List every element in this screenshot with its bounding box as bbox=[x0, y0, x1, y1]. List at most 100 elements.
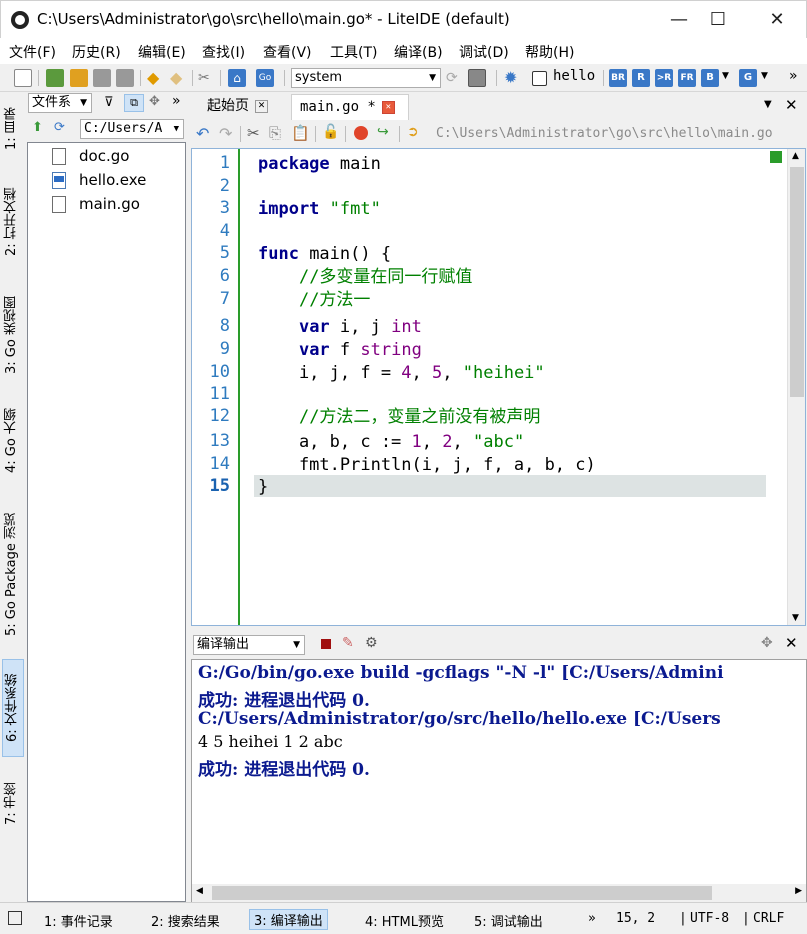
toggle-panels-icon[interactable] bbox=[8, 911, 22, 925]
redo-icon[interactable]: ↷ bbox=[219, 124, 232, 143]
run-button[interactable]: R bbox=[632, 69, 650, 87]
close-icon[interactable]: ✕ bbox=[785, 634, 798, 652]
fs-path-select[interactable]: C:/Users/A ▼ bbox=[80, 119, 184, 139]
float-icon[interactable]: ✥ bbox=[761, 635, 773, 651]
go-to-icon[interactable]: ↪ bbox=[377, 124, 389, 140]
close-icon[interactable]: ✕ bbox=[255, 99, 268, 113]
chevron-down-icon[interactable]: ▼ bbox=[761, 71, 768, 81]
tab-html-preview[interactable]: 4: HTML预览 bbox=[365, 911, 444, 930]
stop-icon[interactable] bbox=[321, 639, 331, 649]
tab-event-log[interactable]: 1: 事件记录 bbox=[44, 911, 113, 930]
code-editor[interactable]: 1 2 3 4 5 6 7 8 9 10 11 12 13 14 15 pack… bbox=[191, 148, 806, 626]
gear-icon[interactable]: ⚙ bbox=[365, 635, 378, 651]
sync-editor-icon[interactable]: ⧉ bbox=[124, 94, 144, 112]
scrollbar-thumb[interactable] bbox=[212, 886, 712, 900]
target-checkbox[interactable] bbox=[532, 71, 547, 86]
editor-vertical-scrollbar[interactable]: ▲ ▼ bbox=[787, 149, 805, 625]
edit-env-icon[interactable] bbox=[468, 69, 486, 87]
tab-go-class-view[interactable]: 3: Go 类视图 bbox=[2, 282, 24, 388]
breadcrumb[interactable]: C:\Users\Administrator\go\src\hello\main… bbox=[436, 126, 773, 141]
clear-icon[interactable]: ✎ bbox=[342, 635, 354, 651]
menu-edit[interactable]: 编辑(E) bbox=[138, 42, 186, 62]
go-tools-button[interactable]: G bbox=[739, 69, 757, 87]
line-number-gutter: 1 2 3 4 5 6 7 8 9 10 11 12 13 14 15 bbox=[192, 149, 240, 625]
tab-open-documents[interactable]: 2: 打开文档 bbox=[2, 172, 24, 272]
copy-icon[interactable]: ⎘ bbox=[269, 124, 281, 142]
tab-go-package-browser[interactable]: 5: Go Package 浏览 bbox=[2, 496, 24, 654]
menu-history[interactable]: 历史(R) bbox=[72, 42, 121, 62]
line-number: 4 bbox=[219, 221, 230, 241]
menu-file[interactable]: 文件(F) bbox=[9, 42, 56, 62]
menu-build[interactable]: 编译(B) bbox=[394, 42, 443, 62]
paste-icon[interactable]: 📋 bbox=[291, 124, 310, 142]
up-arrow-icon[interactable]: ⬆ bbox=[32, 120, 43, 135]
scrollbar-thumb[interactable] bbox=[790, 167, 804, 397]
editor-tab-bar: 起始页 ✕ main.go * ✕ ▼ ✕ bbox=[191, 92, 807, 120]
scroll-down-icon[interactable]: ▼ bbox=[792, 613, 799, 623]
output-select[interactable]: 编译输出 ▼ bbox=[193, 635, 305, 655]
tab-build-output[interactable]: 3: 编译输出 bbox=[249, 909, 328, 930]
gear-icon[interactable]: ✹ bbox=[504, 69, 522, 87]
undo-icon[interactable]: ↶ bbox=[196, 124, 209, 143]
more-tabs-icon[interactable]: » bbox=[588, 911, 596, 926]
back-icon[interactable]: ◆ bbox=[147, 69, 165, 87]
cut-icon[interactable]: ✂ bbox=[247, 124, 260, 142]
close-icon[interactable]: ✕ bbox=[381, 100, 395, 114]
refresh-icon[interactable]: ⟳ bbox=[446, 69, 464, 87]
menu-view[interactable]: 查看(V) bbox=[263, 42, 312, 62]
file-run-button[interactable]: FR bbox=[678, 69, 696, 87]
fs-view-select[interactable]: 文件系 ▼ bbox=[28, 93, 92, 113]
lock-icon[interactable]: 🔓 bbox=[322, 124, 339, 140]
close-window-button[interactable]: ✕ bbox=[757, 7, 797, 33]
navigate-icon[interactable]: ➲ bbox=[407, 124, 419, 140]
output-horizontal-scrollbar[interactable]: ◀ ▶ bbox=[192, 884, 806, 902]
tab-go-outline[interactable]: 4: Go 大纲 bbox=[2, 396, 24, 486]
code-line: package main bbox=[258, 154, 381, 174]
tab-bookmarks[interactable]: 7: 书签 bbox=[2, 770, 24, 838]
scroll-right-icon[interactable]: ▶ bbox=[795, 886, 802, 896]
float-icon[interactable]: ✥ bbox=[149, 94, 160, 109]
run-term-button[interactable]: >R bbox=[655, 69, 673, 87]
tab-directory[interactable]: 1: 目录 bbox=[2, 96, 24, 162]
menu-debug[interactable]: 调试(D) bbox=[459, 42, 509, 62]
refresh-icon[interactable]: ⟳ bbox=[54, 120, 65, 135]
home-icon[interactable]: ⌂ bbox=[228, 69, 246, 87]
fs-path-value: C:/Users/A bbox=[84, 121, 163, 136]
menu-help[interactable]: 帮助(H) bbox=[525, 42, 574, 62]
more-icon[interactable]: » bbox=[172, 93, 181, 109]
forward-icon[interactable]: ◆ bbox=[170, 69, 188, 87]
open-folder-icon[interactable] bbox=[70, 69, 88, 87]
tab-start-page[interactable]: 起始页 ✕ bbox=[199, 94, 287, 120]
save-all-icon[interactable] bbox=[116, 69, 134, 87]
menu-find[interactable]: 查找(I) bbox=[202, 42, 245, 62]
toolbar-more-icon[interactable]: » bbox=[789, 68, 798, 84]
minimize-button[interactable]: — bbox=[659, 7, 699, 33]
tab-debug-output[interactable]: 5: 调试输出 bbox=[474, 911, 543, 930]
tab-main-go[interactable]: main.go * ✕ bbox=[291, 94, 409, 120]
environment-select[interactable]: system ▼ bbox=[291, 68, 441, 88]
open-file-icon[interactable] bbox=[46, 69, 64, 87]
output-text[interactable]: G:/Go/bin/go.exe build -gcflags "-N -l" … bbox=[191, 659, 807, 903]
build-run-button[interactable]: BR bbox=[609, 69, 627, 87]
chevron-down-icon: ▼ bbox=[429, 73, 436, 83]
tab-file-system[interactable]: 6: 文件系统 bbox=[2, 659, 24, 757]
scroll-left-icon[interactable]: ◀ bbox=[196, 886, 203, 896]
build-button[interactable]: B bbox=[701, 69, 719, 87]
filter-icon[interactable]: ⊽ bbox=[104, 95, 114, 110]
menu-tools[interactable]: 工具(T) bbox=[330, 42, 377, 62]
tools-icon[interactable]: ✂ bbox=[198, 69, 216, 87]
title-bar: C:\Users\Administrator\go\src\hello\main… bbox=[0, 0, 807, 38]
close-icon[interactable]: ✕ bbox=[785, 96, 798, 114]
tab-search-results[interactable]: 2: 搜索结果 bbox=[151, 911, 220, 930]
go-icon[interactable]: Go bbox=[256, 69, 274, 87]
maximize-button[interactable]: ☐ bbox=[698, 7, 738, 33]
chevron-down-icon[interactable]: ▼ bbox=[764, 99, 772, 110]
new-file-icon[interactable] bbox=[14, 69, 32, 87]
breakpoint-icon[interactable] bbox=[354, 126, 368, 140]
line-number: 14 bbox=[209, 454, 230, 474]
save-icon[interactable] bbox=[93, 69, 111, 87]
left-dock-tabs: 1: 目录 2: 打开文档 3: Go 类视图 4: Go 大纲 5: Go P… bbox=[0, 92, 26, 900]
cursor-position: 15, 2 bbox=[616, 911, 656, 926]
scroll-up-icon[interactable]: ▲ bbox=[792, 151, 799, 161]
chevron-down-icon[interactable]: ▼ bbox=[722, 71, 729, 81]
